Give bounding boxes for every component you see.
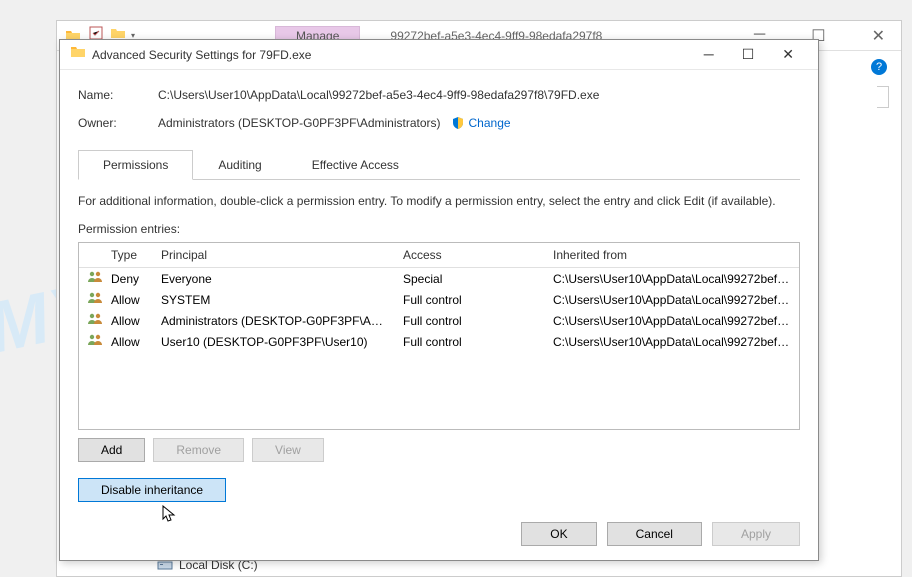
- shield-icon: [451, 116, 465, 130]
- cell-principal: Everyone: [153, 271, 395, 287]
- cell-inherited: C:\Users\User10\AppData\Local\99272bef-a…: [545, 334, 799, 350]
- dialog-title: Advanced Security Settings for 79FD.exe: [92, 48, 311, 62]
- help-icon[interactable]: ?: [871, 59, 887, 75]
- minimize-button[interactable]: ─: [690, 42, 728, 67]
- dialog-titlebar[interactable]: Advanced Security Settings for 79FD.exe …: [60, 40, 818, 70]
- ok-button[interactable]: OK: [521, 522, 596, 546]
- maximize-button[interactable]: ☐: [728, 42, 769, 67]
- cell-principal: SYSTEM: [153, 292, 395, 308]
- cell-principal: Administrators (DESKTOP-G0PF3PF\Admini..…: [153, 313, 395, 329]
- close-button[interactable]: ✕: [864, 22, 893, 50]
- cell-access: Special: [395, 271, 545, 287]
- change-owner-link[interactable]: Change: [451, 116, 511, 130]
- owner-label: Owner:: [78, 116, 158, 130]
- people-icon: [87, 291, 103, 308]
- table-row[interactable]: DenyEveryoneSpecialC:\Users\User10\AppDa…: [79, 268, 799, 289]
- header-inherited[interactable]: Inherited from: [545, 243, 799, 267]
- people-icon: [87, 333, 103, 350]
- dialog-footer: OK Cancel Apply: [60, 512, 818, 560]
- address-bar-fragment: [877, 86, 889, 108]
- permission-entries-list[interactable]: Type Principal Access Inherited from Den…: [78, 242, 800, 430]
- remove-button: Remove: [153, 438, 244, 462]
- change-link-text: Change: [469, 116, 511, 130]
- view-button: View: [252, 438, 324, 462]
- cell-type: Allow: [103, 334, 153, 350]
- table-row[interactable]: AllowUser10 (DESKTOP-G0PF3PF\User10)Full…: [79, 331, 799, 352]
- cell-inherited: C:\Users\User10\AppData\Local\99272bef-a…: [545, 271, 799, 287]
- table-row[interactable]: AllowAdministrators (DESKTOP-G0PF3PF\Adm…: [79, 310, 799, 331]
- cancel-button[interactable]: Cancel: [607, 522, 702, 546]
- cell-type: Deny: [103, 271, 153, 287]
- cell-inherited: C:\Users\User10\AppData\Local\99272bef-a…: [545, 292, 799, 308]
- add-button[interactable]: Add: [78, 438, 145, 462]
- disable-inheritance-button[interactable]: Disable inheritance: [78, 478, 226, 502]
- owner-value: Administrators (DESKTOP-G0PF3PF\Administ…: [158, 116, 441, 130]
- entries-label: Permission entries:: [78, 222, 800, 236]
- close-button[interactable]: ✕: [768, 42, 808, 67]
- header-access[interactable]: Access: [395, 243, 545, 267]
- cell-type: Allow: [103, 313, 153, 329]
- people-icon: [87, 312, 103, 329]
- table-row[interactable]: AllowSYSTEMFull controlC:\Users\User10\A…: [79, 289, 799, 310]
- info-text: For additional information, double-click…: [78, 194, 800, 208]
- cell-inherited: C:\Users\User10\AppData\Local\99272bef-a…: [545, 313, 799, 329]
- name-value: C:\Users\User10\AppData\Local\99272bef-a…: [158, 88, 599, 102]
- cell-type: Allow: [103, 292, 153, 308]
- folder-icon: [70, 44, 86, 65]
- apply-button: Apply: [712, 522, 800, 546]
- cell-access: Full control: [395, 313, 545, 329]
- cell-access: Full control: [395, 334, 545, 350]
- header-principal[interactable]: Principal: [153, 243, 395, 267]
- header-type[interactable]: Type: [103, 243, 153, 267]
- name-label: Name:: [78, 88, 158, 102]
- people-icon: [87, 270, 103, 287]
- cell-access: Full control: [395, 292, 545, 308]
- tab-permissions[interactable]: Permissions: [78, 150, 193, 180]
- advanced-security-dialog: Advanced Security Settings for 79FD.exe …: [59, 39, 819, 561]
- tab-effective-access[interactable]: Effective Access: [287, 150, 424, 180]
- tab-auditing[interactable]: Auditing: [193, 150, 286, 180]
- entries-header: Type Principal Access Inherited from: [79, 243, 799, 268]
- cell-principal: User10 (DESKTOP-G0PF3PF\User10): [153, 334, 395, 350]
